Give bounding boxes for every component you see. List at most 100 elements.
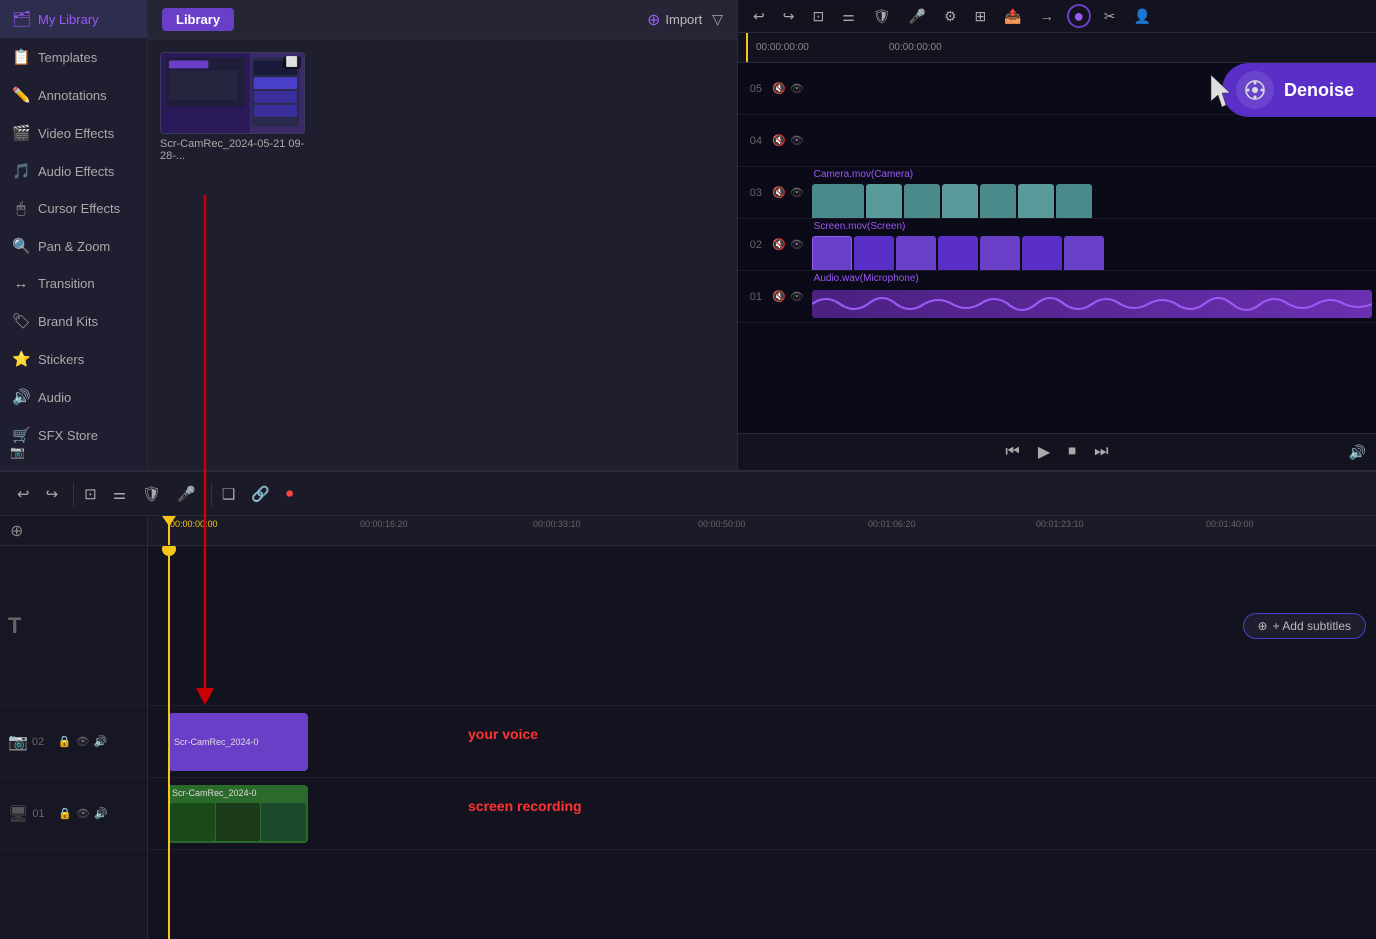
- library-tab[interactable]: Library: [162, 8, 234, 31]
- track-01-visible[interactable]: 👁: [790, 290, 804, 303]
- video-clip[interactable]: Scr-CamRec_2024-0: [168, 785, 308, 843]
- undo-btn[interactable]: ↩: [748, 5, 770, 28]
- track-05-mute[interactable]: 🔇: [772, 82, 786, 95]
- split-btn[interactable]: ✂: [1099, 5, 1121, 28]
- play-button[interactable]: ▶: [1038, 442, 1050, 462]
- tl-redo-btn[interactable]: ↪: [41, 482, 64, 506]
- track-01-label: 01: [738, 291, 768, 303]
- sidebar-item-transition[interactable]: ↔ Transition: [0, 265, 147, 302]
- sidebar-item-templates[interactable]: 📋 Templates: [0, 38, 147, 76]
- denoise-label: Denoise: [1284, 80, 1354, 101]
- track-03-title: Camera.mov(Camera): [808, 167, 1376, 182]
- my-library-icon: 🗂: [12, 10, 30, 28]
- sidebar-item-audio-effects[interactable]: 🎵 Audio Effects: [0, 152, 147, 190]
- track-02-label: 02: [738, 239, 768, 251]
- settings-btn[interactable]: ⚙: [939, 5, 962, 28]
- ruler-time-2: 00:00:33:10: [533, 519, 581, 529]
- sidebar-item-my-library[interactable]: 🗂 My Library: [0, 0, 147, 38]
- library-content: ⬜ Scr-CamRec_2024-05-21 09-28-...: [148, 40, 737, 470]
- track-04-num: 04: [750, 135, 762, 147]
- tl-02-eye[interactable]: 👁: [76, 735, 90, 748]
- sidebar-item-label: Transition: [38, 276, 95, 291]
- preview-track-04: 04 🔇 👁: [738, 115, 1376, 167]
- add-subtitles-btn[interactable]: ⊕ + Add subtitles: [1243, 613, 1366, 639]
- track-01-mute[interactable]: 🔇: [772, 290, 786, 303]
- export-btn[interactable]: 📤: [999, 5, 1026, 28]
- playhead-ruler-line: [168, 516, 170, 545]
- camera-clips: [808, 182, 1376, 218]
- track-02-mute[interactable]: 🔇: [772, 238, 786, 251]
- tl-02-mute[interactable]: 🔊: [94, 735, 108, 748]
- track-02-content: Screen.mov(Screen): [808, 219, 1376, 270]
- tl-02-lock[interactable]: 🔒: [58, 735, 72, 748]
- tl-row-subtitles: ⊕ + Add subtitles: [148, 546, 1376, 706]
- tl-track-02-row: 📷 02 🔒 👁 🔊: [0, 706, 147, 778]
- redo-btn[interactable]: ↪: [778, 5, 800, 28]
- mic-btn[interactable]: 🎤: [904, 5, 931, 28]
- audio-clip[interactable]: // Generated inline - waveform bars Scr-…: [168, 713, 308, 771]
- video-effects-icon: 🎬: [12, 124, 30, 142]
- cam-clip-4: [942, 184, 978, 218]
- tl-record-btn[interactable]: ⏺: [281, 482, 298, 505]
- track-05-visible[interactable]: 👁: [790, 82, 804, 95]
- tl-01-eye[interactable]: 👁: [76, 807, 90, 820]
- timeline-ruler[interactable]: 00:00:00:00 00:00:16:20 00:00:33:10 00:0…: [148, 516, 1376, 546]
- track-01-content: Audio.wav(Microphone): [808, 271, 1376, 322]
- volume-btn[interactable]: 🔊: [1349, 444, 1366, 461]
- add-person-btn[interactable]: 👤: [1128, 5, 1155, 28]
- track-04-visible[interactable]: 👁: [790, 134, 804, 147]
- trim-btn[interactable]: ⚌: [837, 5, 860, 28]
- sidebar-item-brand-kits[interactable]: 🏷 Brand Kits: [0, 302, 147, 340]
- screenshot-btn[interactable]: 📷: [10, 445, 25, 459]
- prev-frame-btn[interactable]: ⏮: [1005, 443, 1019, 461]
- tl-01-mute[interactable]: 🔊: [94, 807, 108, 820]
- import-button[interactable]: ⊕ Import: [647, 10, 702, 30]
- import-label: Import: [665, 12, 702, 27]
- tl-01-lock[interactable]: 🔒: [58, 807, 72, 820]
- sidebar-item-pan-zoom[interactable]: 🔍 Pan & Zoom: [0, 227, 147, 265]
- track-05-num: 05: [750, 83, 762, 95]
- forward-btn[interactable]: →: [1035, 5, 1059, 27]
- sidebar-item-audio[interactable]: 🔊 Audio: [0, 378, 147, 416]
- shield-btn[interactable]: 🛡: [868, 5, 896, 28]
- tl-mic-btn[interactable]: 🎤: [172, 482, 201, 506]
- track-02-visible[interactable]: 👁: [790, 238, 804, 251]
- sidebar-item-stickers[interactable]: ⭐ Stickers: [0, 340, 147, 378]
- transition-icon: ↔: [12, 275, 30, 292]
- tl-row-01: Scr-CamRec_2024-0 screen recording: [148, 778, 1376, 850]
- sidebar-item-label: Brand Kits: [38, 314, 98, 329]
- sfx-store-icon: 🛒: [12, 426, 30, 444]
- add-track-btn[interactable]: ⊕: [10, 521, 23, 541]
- track-03-mute[interactable]: 🔇: [772, 186, 786, 199]
- cam-clip-2: [866, 184, 902, 218]
- denoise-badge[interactable]: Denoise: [1222, 63, 1376, 117]
- vid-thumb-2: [216, 803, 261, 841]
- filter-icon[interactable]: ▽: [712, 11, 723, 28]
- stop-btn[interactable]: ⏹: [1068, 443, 1076, 461]
- pan-zoom-icon: 🔍: [12, 237, 30, 255]
- denoise-circle-btn[interactable]: ●: [1067, 4, 1091, 28]
- preview-track-02: 02 🔇 👁 Screen.mov(Screen): [738, 219, 1376, 271]
- track-03-content: Camera.mov(Camera): [808, 167, 1376, 218]
- scr-clip-5: [980, 236, 1020, 270]
- thumb-image[interactable]: ⬜: [160, 52, 305, 134]
- sidebar-item-cursor-effects[interactable]: 🖱 Cursor Effects: [0, 190, 147, 227]
- ruler-time-5: 00:01:23:10: [1036, 519, 1084, 529]
- tl-link-btn[interactable]: 🔗: [246, 482, 275, 506]
- tl-row-02: // Generated inline - waveform bars Scr-…: [148, 706, 1376, 778]
- track-04-mute[interactable]: 🔇: [772, 134, 786, 147]
- sidebar-item-annotations[interactable]: ✏️ Annotations: [0, 76, 147, 114]
- sidebar-item-label: My Library: [38, 12, 99, 27]
- track-02-title: Screen.mov(Screen): [808, 219, 1376, 234]
- grid-btn[interactable]: ⊞: [970, 5, 992, 28]
- tl-trim-btn[interactable]: ⚌: [108, 482, 131, 506]
- sidebar-item-video-effects[interactable]: 🎬 Video Effects: [0, 114, 147, 152]
- crop-btn[interactable]: ⊡: [807, 5, 829, 28]
- track-03-visible[interactable]: 👁: [790, 186, 804, 199]
- tl-crop-btn[interactable]: ⊡: [73, 482, 102, 506]
- cursor-indicator: [1206, 73, 1236, 116]
- tl-shield-btn[interactable]: 🛡: [137, 482, 166, 506]
- tl-split-btn[interactable]: ❑: [211, 482, 240, 506]
- tl-undo-btn[interactable]: ↩: [12, 482, 35, 506]
- next-frame-btn[interactable]: ⏭: [1094, 443, 1108, 461]
